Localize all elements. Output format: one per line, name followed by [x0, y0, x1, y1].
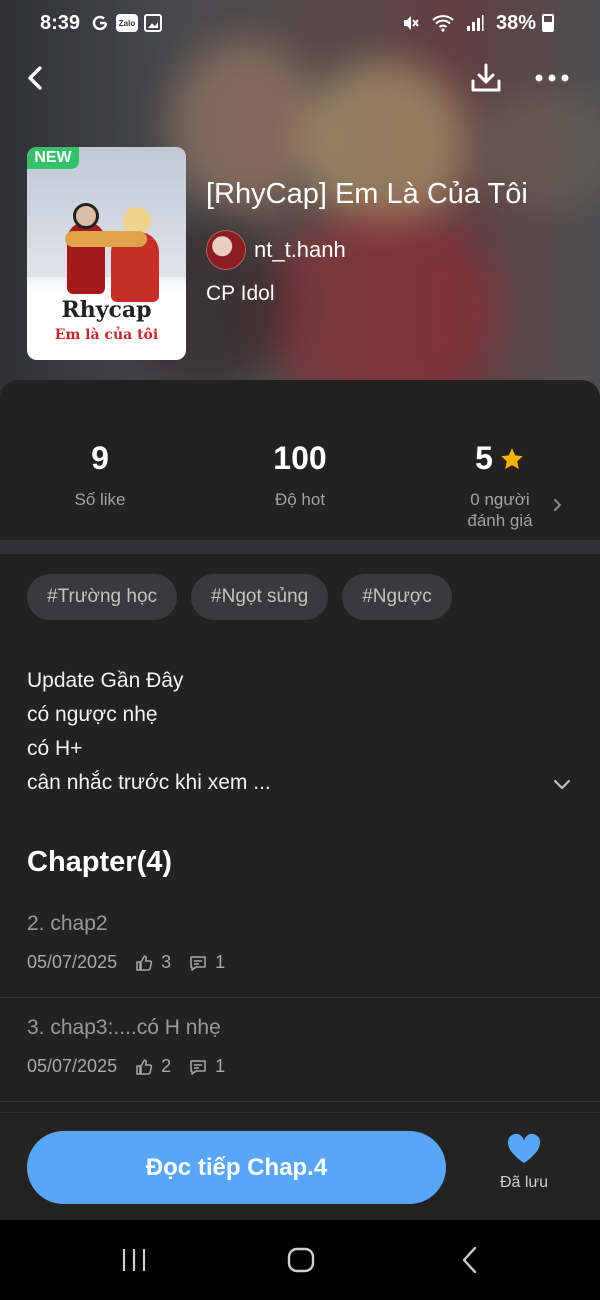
new-badge: NEW	[27, 147, 79, 169]
signal-icon	[466, 14, 484, 32]
chevron-right-icon[interactable]	[549, 497, 565, 518]
saved-label: Đã lưu	[499, 1174, 549, 1191]
cover-title: Rhycap	[61, 297, 152, 323]
chapter-comments: 1	[215, 1056, 226, 1076]
status-time: 8:39	[40, 11, 81, 34]
back-button[interactable]	[16, 58, 56, 98]
chevron-down-icon	[553, 779, 571, 790]
expand-description-button[interactable]	[546, 768, 578, 800]
g-icon	[90, 13, 110, 33]
chapter-heading: Chapter(4)	[27, 846, 173, 878]
chapter-item[interactable]: 2. chap2 05/07/2025 3 1	[0, 894, 600, 998]
action-bar: Đọc tiếp Chap.4 Đã lưu	[0, 1112, 600, 1220]
rating-stat[interactable]: 5 0 người đánh giá	[400, 440, 600, 531]
home-icon	[287, 1247, 315, 1273]
description-line: có ngược nhẹ	[27, 703, 158, 726]
story-category[interactable]: CP Idol	[206, 282, 275, 306]
tag-truong-hoc[interactable]: #Trường học	[27, 574, 178, 620]
rating-value: 5	[475, 440, 493, 476]
chapter-name: 2. chap2	[27, 912, 108, 935]
tag-nguoc[interactable]: #Ngược	[342, 574, 452, 620]
system-nav-bar	[0, 1220, 600, 1300]
more-dots-icon	[535, 74, 569, 82]
thumbs-up-icon	[136, 954, 153, 971]
continue-reading-button[interactable]: Đọc tiếp Chap.4	[27, 1131, 446, 1204]
author-link[interactable]: nt_t.hanh	[206, 230, 346, 270]
wifi-icon	[432, 14, 454, 32]
more-button[interactable]	[532, 58, 572, 98]
comment-icon	[190, 1059, 206, 1075]
download-icon	[471, 63, 501, 92]
story-cover: Rhycap Em là của tôi	[27, 147, 186, 360]
heart-icon	[507, 1133, 541, 1163]
rating-count-label: 0 người	[470, 490, 530, 509]
story-description: Update Gần Đây có ngược nhẹ có H+ cân nh…	[27, 664, 527, 800]
status-bar: 8:39 Zalo 38%	[0, 0, 600, 46]
story-title: [RhyCap] Em Là Của Tôi	[206, 178, 528, 210]
stats-row: 9 Số like 100 Độ hot 5 0 người đánh giá	[0, 380, 600, 540]
chapter-date: 05/07/2025	[27, 1056, 118, 1076]
tag-list: #Trường học #Ngọt sủng #Ngược	[27, 574, 452, 620]
chapter-name: 3. chap3:....có H nhẹ	[27, 1016, 221, 1039]
download-button[interactable]	[466, 58, 506, 98]
back-arrow-icon	[28, 66, 42, 90]
author-name: nt_t.hanh	[254, 237, 346, 262]
cover-subtitle: Em là của tôi	[54, 327, 159, 343]
chapter-likes: 3	[161, 952, 172, 972]
description-line: cân nhắc trước khi xem ...	[27, 771, 271, 794]
star-icon	[501, 447, 523, 469]
likes-stat: 9 Số like	[0, 440, 200, 510]
thumbs-up-icon	[136, 1058, 153, 1075]
mute-icon	[402, 14, 420, 32]
chapter-likes: 2	[161, 1056, 172, 1076]
battery-icon	[542, 14, 554, 32]
chapter-comments: 1	[215, 952, 226, 972]
recent-apps-icon	[122, 1249, 146, 1271]
chapter-date: 05/07/2025	[27, 952, 118, 972]
zalo-icon: Zalo	[116, 14, 139, 32]
rating-text-label: đánh giá	[467, 511, 533, 530]
system-back-icon	[462, 1246, 477, 1274]
saved-button[interactable]: Đã lưu	[488, 1133, 560, 1192]
description-line: có H+	[27, 737, 83, 760]
section-divider	[0, 540, 600, 554]
chapter-item[interactable]: 3. chap3:....có H nhẹ 05/07/2025 2 1	[0, 998, 600, 1102]
battery-percent: 38%	[495, 11, 536, 34]
comment-icon	[190, 955, 206, 971]
likes-label: Số like	[74, 490, 126, 509]
hot-value: 100	[273, 440, 327, 476]
hot-label: Độ hot	[274, 490, 326, 509]
hot-stat: 100 Độ hot	[200, 440, 400, 510]
description-line: Update Gần Đây	[27, 669, 184, 692]
author-avatar	[206, 230, 246, 270]
tag-ngot-sung[interactable]: #Ngọt sủng	[191, 574, 329, 620]
gallery-icon	[144, 14, 163, 32]
recent-apps-button[interactable]	[114, 1240, 154, 1280]
system-back-button[interactable]	[450, 1240, 490, 1280]
likes-value: 9	[91, 440, 109, 476]
home-button[interactable]	[281, 1240, 321, 1280]
